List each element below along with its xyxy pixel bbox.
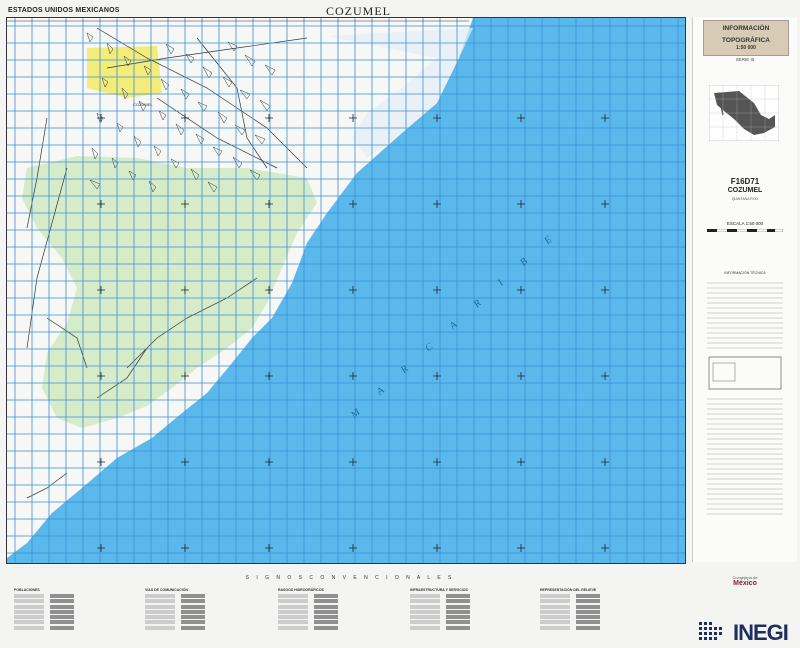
map-frame[interactable]: M A R C A R I B E COZUMEL [6,17,686,564]
series-label: SERIE III [735,57,755,62]
badge-line2: TOPOGRÁFICA [722,37,770,44]
badge-line1: INFORMACIÓN [722,25,770,32]
legend-title: S I G N O S C O N V E N C I O N A L E S [245,575,455,581]
country-header: ESTADOS UNIDOS MEXICANOS [8,7,120,14]
footnote: · · · · · · · · · · · · · · · · · · · · … [14,565,204,569]
info-heading: INFORMACIÓN TÉCNICA [724,271,766,275]
topographic-map[interactable] [7,18,685,563]
inegi-wordmark: INEGI [733,620,789,645]
town-label: COZUMEL [133,102,153,107]
legend-heading: REPRESENTACIÓN DEL RELIEVE [540,588,597,592]
map-sidebar: INFORMACIÓN TOPOGRÁFICA 1:50 000 SERIE I… [692,17,797,562]
legend-column-populations: POBLACIONES [14,588,124,640]
location-map [709,85,779,141]
technical-notes [707,282,783,515]
legend-heading: RASGOS HIDROGRÁFICOS [278,588,324,592]
legend-column-infrastructure: INFRAESTRUCTURA Y SERVICIOS [410,588,520,640]
scale-label: ESCALA 1:50 000 [726,221,764,226]
sheet-code: F16D71 [730,177,760,186]
sheet-state: QUINTANA ROO [731,197,759,201]
scale-bar [707,229,783,232]
mexico-logo-line2: México [733,580,757,587]
sheet-name: COZUMEL [727,187,763,194]
legend-column-hydro: RASGOS HIDROGRÁFICOS [278,588,388,640]
badge-scale: 1:50 000 [736,45,756,51]
legend-heading: VÍAS DE COMUNICACIÓN [145,588,188,592]
legend-heading: POBLACIONES [14,588,40,592]
topographic-info-badge: INFORMACIÓN TOPOGRÁFICA 1:50 000 [703,20,789,56]
legend-heading: INFRAESTRUCTURA Y SERVICIOS [410,588,468,592]
legend-column-relief: REPRESENTACIÓN DEL RELIEVE [540,588,650,640]
mexico-logo: Consejería de México [700,575,790,587]
legend-column-roads: VÍAS DE COMUNICACIÓN [145,588,255,640]
